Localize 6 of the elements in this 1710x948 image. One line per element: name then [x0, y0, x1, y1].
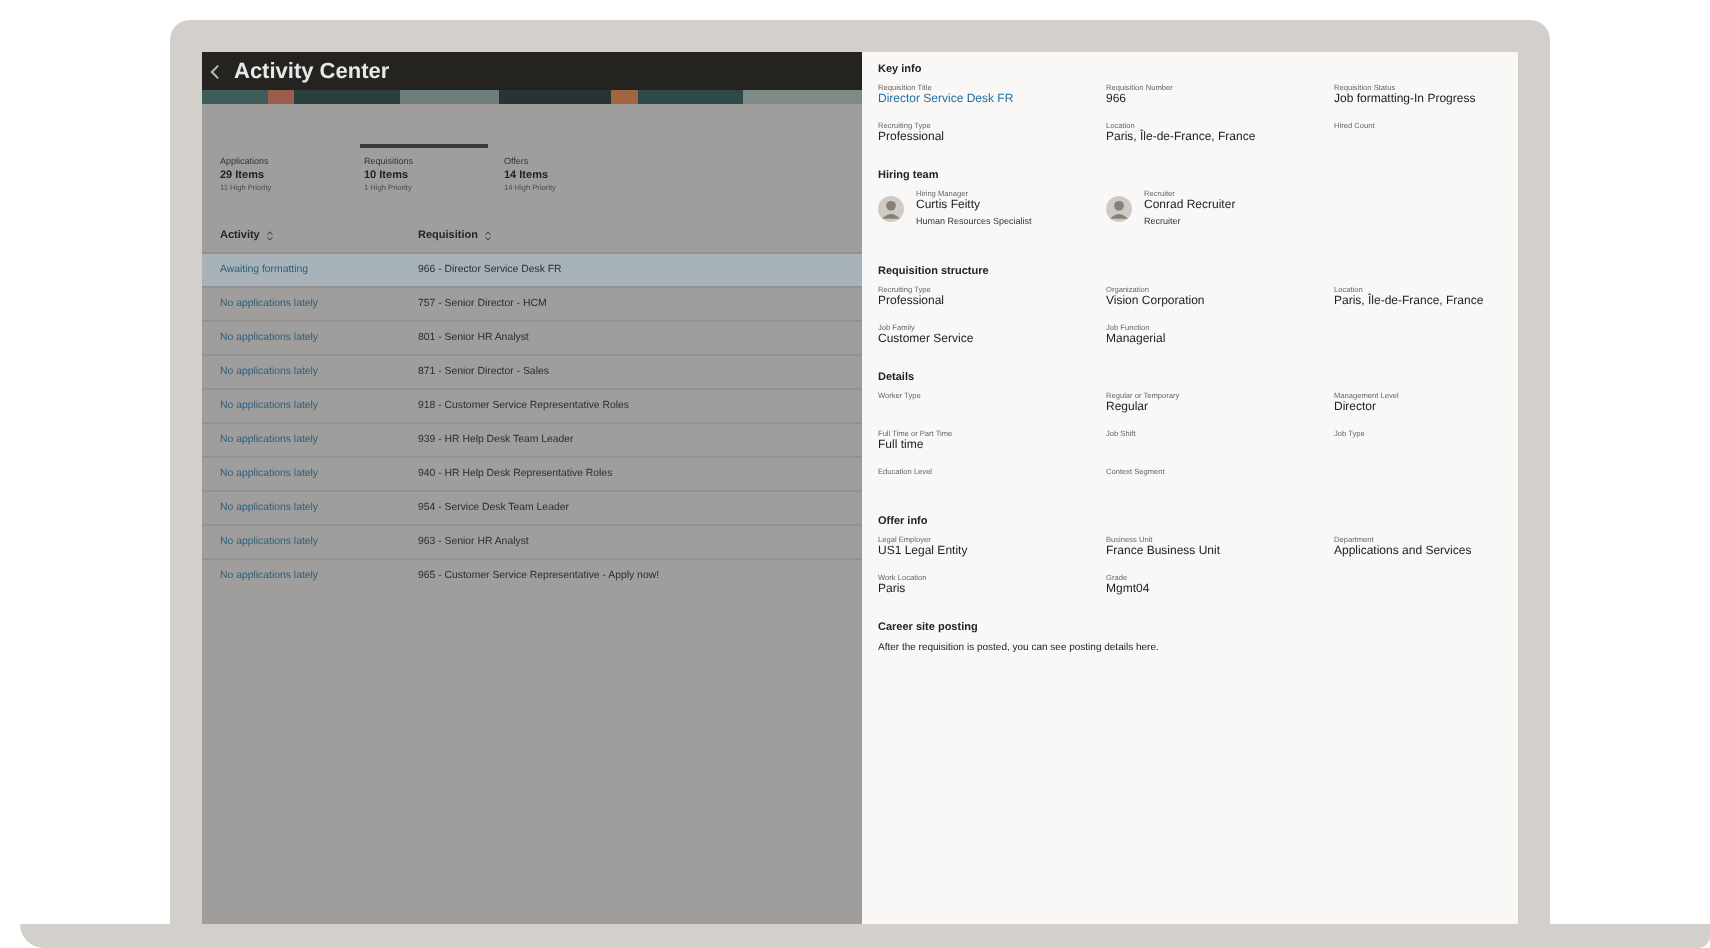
sort-icon — [265, 229, 274, 241]
page-title: Activity Center — [234, 59, 390, 83]
sort-icon — [483, 229, 492, 241]
avatar-icon — [878, 196, 904, 222]
avatar-icon — [1106, 196, 1132, 222]
back-icon[interactable] — [210, 63, 220, 79]
